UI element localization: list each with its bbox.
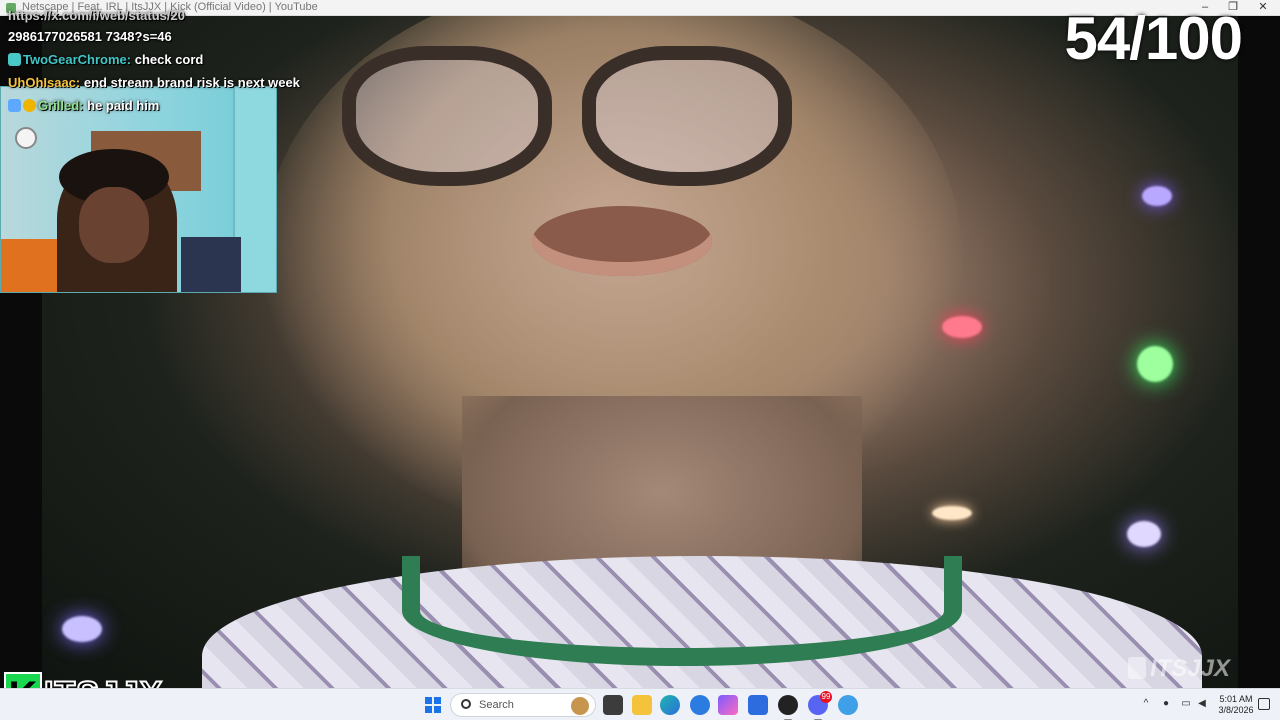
start-button[interactable] [425,697,441,713]
streamer-face [79,187,149,263]
settings-icon[interactable] [690,695,710,715]
chat-message: 2986177026581 7348?s=46 [0,25,320,48]
tiktok-icon [1127,657,1146,679]
discord-icon[interactable]: 99 [808,691,832,720]
chair [1,239,61,292]
system-clock[interactable]: 5:01 AM 3/8/2026 [1212,694,1260,716]
chat-text: he paid him [87,98,160,113]
volume-icon[interactable]: ◀ [1196,698,1208,710]
tree-light [942,316,982,338]
subject-mouth [532,206,712,276]
search-icon [461,699,471,709]
wall-clock-icon [15,127,37,149]
hanging-jacket [181,237,241,292]
chat-overlay: https://x.com/i/web/status/20 2986177026… [0,4,320,117]
shirt-collar [402,556,962,666]
chat-text: 2986177026581 7348?s=46 [8,29,172,44]
search-highlight-icon [571,697,589,715]
chat-message: UhOhIsaac: end stream brand risk is next… [0,71,320,94]
subscriber-badge-icon [8,53,21,66]
task-view-icon[interactable] [603,695,623,715]
obs-icon[interactable] [778,695,798,720]
tree-light [932,506,972,520]
chat-text: https://x.com/i/web/status/20 [8,8,185,23]
tray-chevron-icon[interactable]: ^ [1140,698,1152,710]
tiktok-watermark: ITSJJX [1127,655,1230,683]
search-placeholder: Search [479,699,514,711]
edge-icon[interactable] [660,695,680,715]
chat-message: https://x.com/i/web/status/20 [0,4,320,27]
clock-time: 5:01 AM [1219,694,1253,704]
copilot-icon[interactable] [718,695,738,715]
clock-date: 3/8/2026 [1218,705,1254,715]
streamer-webcam [0,86,277,293]
chat-message: TwoGearChrome: check cord [0,48,320,71]
microphone-icon[interactable]: ● [1160,698,1172,710]
tree-light [1127,521,1161,547]
chat-text: check cord [134,52,204,67]
tree-light [1137,346,1173,382]
subject-glasses [342,46,802,196]
notification-center-icon[interactable] [1258,698,1270,710]
close-button[interactable]: ✕ [1248,0,1278,16]
watermark-text: ITSJJX [1149,655,1230,682]
vpn-icon[interactable] [838,695,858,715]
chat-username[interactable]: TwoGearChrome: [23,52,131,67]
chat-message: Grilled: he paid him [0,94,320,117]
tree-light [62,616,102,642]
file-explorer-icon[interactable] [632,695,652,715]
notification-badge: 99 [820,691,832,703]
chat-username[interactable]: UhOhIsaac: [8,75,80,90]
letterbox-right [1238,16,1280,688]
network-icon[interactable]: ▭ [1180,698,1192,710]
tree-light [1142,186,1172,206]
progress-counter: 54/100 [1064,5,1243,72]
chat-username[interactable]: Grilled: [38,98,84,113]
chat-text: end stream brand risk is next week [83,75,300,90]
store-icon[interactable] [748,695,768,715]
moderator-badge-icon [8,99,21,112]
taskbar: Search 99 ^ ● ▭ ◀ 5:01 AM 3/8/2026 [0,688,1280,720]
gift-badge-icon [23,99,36,112]
taskbar-search[interactable]: Search [450,693,596,717]
